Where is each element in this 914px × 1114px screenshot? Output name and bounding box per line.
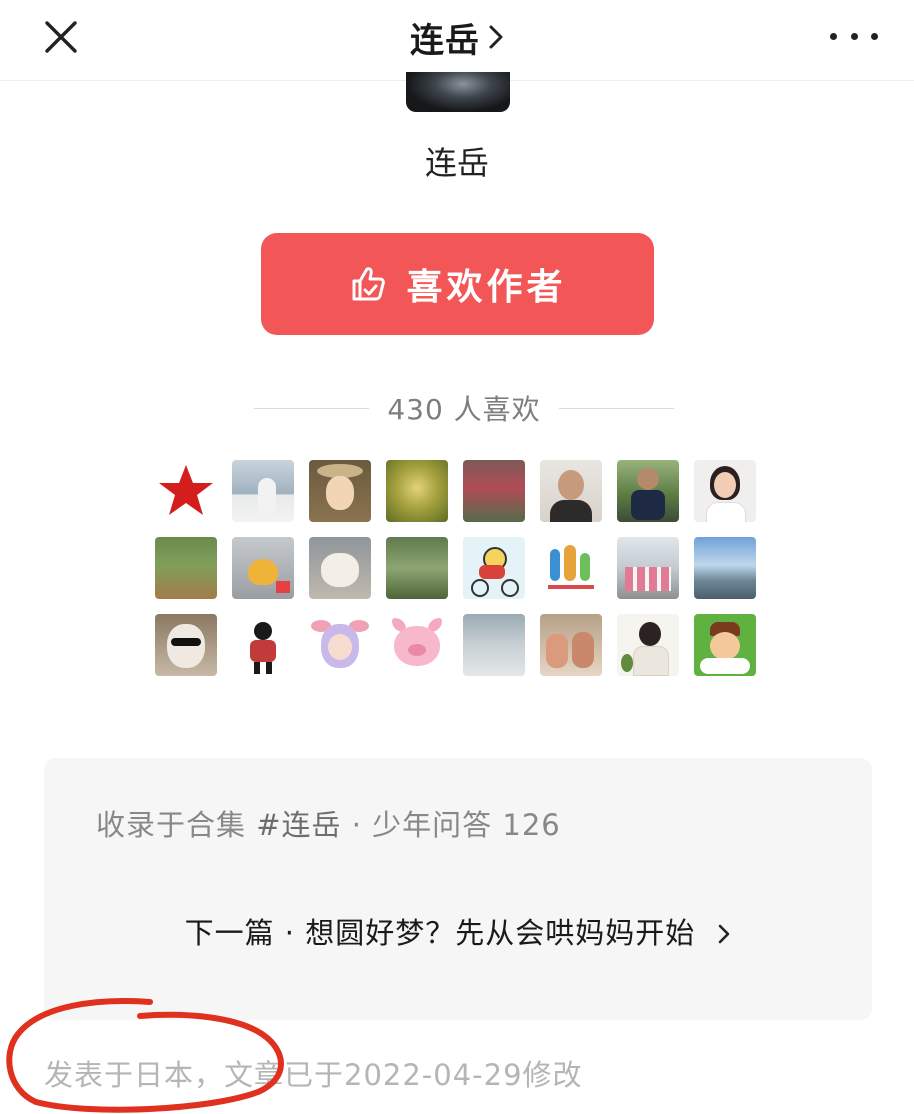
- liker-avatar[interactable]: [694, 460, 756, 522]
- liker-avatar[interactable]: [694, 614, 756, 676]
- page-title: 连岳: [410, 20, 480, 61]
- divider-left: [254, 407, 370, 409]
- liker-avatar[interactable]: [540, 537, 602, 599]
- photo-cat-sunglasses-icon: [167, 624, 205, 668]
- liker-avatar[interactable]: [232, 537, 294, 599]
- red-star-icon: [159, 465, 213, 515]
- liker-avatar[interactable]: [386, 614, 448, 676]
- photo-cat-icon: [321, 553, 359, 587]
- liker-avatar[interactable]: [386, 460, 448, 522]
- photo-woman-icon: [558, 470, 584, 500]
- header-title-link[interactable]: 连岳: [0, 14, 914, 61]
- like-author-label: 喜欢作者: [406, 267, 567, 308]
- more-button[interactable]: [830, 18, 878, 54]
- collection-tag[interactable]: #连岳: [256, 808, 341, 842]
- liker-avatar[interactable]: [617, 460, 679, 522]
- liker-avatar[interactable]: [309, 537, 371, 599]
- photo-group-icon: [625, 567, 671, 591]
- like-count-row: 430 人喜欢: [254, 388, 675, 428]
- chevron-right-icon: [719, 924, 730, 944]
- liker-avatar-grid: [155, 460, 759, 676]
- liker-avatar[interactable]: [463, 460, 525, 522]
- liker-avatar[interactable]: [617, 537, 679, 599]
- liker-avatar[interactable]: [155, 614, 217, 676]
- liker-avatar[interactable]: [155, 460, 217, 522]
- more-icon: [830, 32, 837, 40]
- family-logo-icon: [550, 549, 560, 581]
- photo-person-city-icon: [258, 478, 276, 514]
- divider-right: [558, 407, 675, 409]
- author-name: 连岳: [424, 144, 489, 182]
- liker-avatar[interactable]: [386, 537, 448, 599]
- collection-link[interactable]: 收录于合集 #连岳 · 少年问答 126: [96, 802, 561, 844]
- liker-avatar[interactable]: [155, 537, 217, 599]
- next-article-label: 下一篇 · 想圆好梦？先从会哄妈妈开始: [184, 916, 696, 950]
- liker-avatar[interactable]: [617, 614, 679, 676]
- publish-meta: 发表于日本，文章已于2022-04-29修改: [44, 1058, 583, 1092]
- cartoon-black-figure-icon: [254, 622, 272, 640]
- photo-man-motorbike-icon: [637, 468, 659, 490]
- author-avatar[interactable]: [406, 72, 510, 112]
- liker-avatar[interactable]: [309, 460, 371, 522]
- collection-suffix: · 少年问答 126: [341, 808, 561, 842]
- chevron-right-icon: [489, 25, 503, 49]
- liker-avatar[interactable]: [309, 614, 371, 676]
- liker-avatar[interactable]: [463, 614, 525, 676]
- photo-woman-plant-icon: [639, 622, 661, 646]
- photo-women-sitting-icon: [546, 634, 568, 668]
- liker-avatar[interactable]: [694, 537, 756, 599]
- liker-avatar[interactable]: [540, 460, 602, 522]
- thumbs-up-icon: [352, 267, 386, 301]
- photo-duck-toy-icon: [248, 559, 278, 585]
- like-count: 430 人喜欢: [387, 393, 541, 426]
- next-article-link[interactable]: 下一篇 · 想圆好梦？先从会哄妈妈开始: [44, 910, 872, 952]
- collection-card: 收录于合集 #连岳 · 少年问答 126 下一篇 · 想圆好梦？先从会哄妈妈开始: [44, 758, 872, 1020]
- like-author-button[interactable]: 喜欢作者: [261, 233, 654, 335]
- top-bar: 连岳: [0, 0, 914, 81]
- liker-avatar[interactable]: [463, 537, 525, 599]
- liker-avatar[interactable]: [232, 614, 294, 676]
- liker-avatar[interactable]: [232, 460, 294, 522]
- collection-prefix: 收录于合集: [96, 808, 257, 842]
- liker-avatar[interactable]: [540, 614, 602, 676]
